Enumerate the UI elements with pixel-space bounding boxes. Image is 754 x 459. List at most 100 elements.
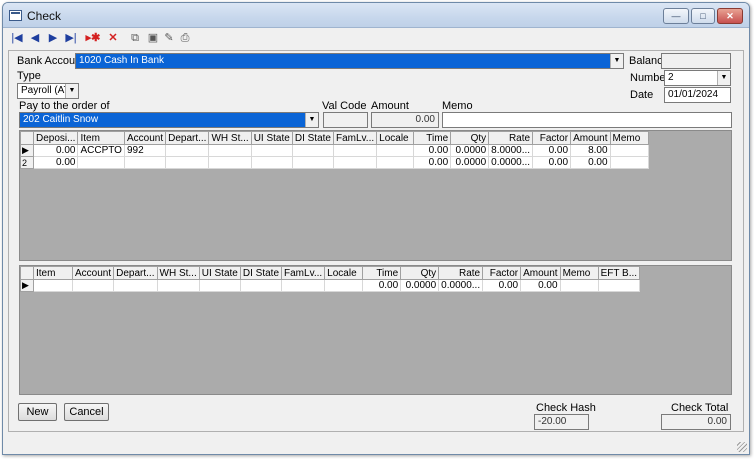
column-header[interactable]: DI State [239, 266, 283, 280]
minimize-button[interactable]: — [663, 8, 689, 24]
table-cell[interactable] [165, 156, 210, 169]
previous-record-icon[interactable]: ◀ [27, 30, 43, 46]
table-row[interactable]: 2 0.00 0.00 0.0000 0.0000... 0.00 0.00 [20, 156, 649, 169]
table-cell[interactable] [208, 144, 252, 157]
table-cell[interactable]: 0.0000 [400, 279, 440, 292]
print-icon[interactable]: ⎙ [177, 30, 193, 46]
table-cell[interactable] [156, 279, 200, 292]
table-cell[interactable] [597, 279, 641, 292]
table-cell[interactable] [324, 279, 364, 292]
table-cell[interactable] [250, 144, 293, 157]
table-cell[interactable] [376, 156, 415, 169]
table-cell[interactable] [376, 144, 415, 157]
last-record-icon[interactable]: ▶| [63, 30, 79, 46]
row-indicator[interactable]: ▶ [20, 279, 34, 292]
chevron-down-icon[interactable]: ▼ [305, 113, 318, 127]
column-header[interactable]: Locale [324, 266, 364, 280]
maximize-button[interactable]: □ [691, 8, 715, 24]
table-cell[interactable] [559, 279, 599, 292]
number-select[interactable]: 2 ▼ [664, 70, 731, 86]
table-cell[interactable]: 8.0000... [488, 144, 534, 157]
column-header[interactable]: EFT B... [597, 266, 641, 280]
table-cell[interactable]: 0.00 [520, 279, 561, 292]
table-cell[interactable]: 0.0000 [450, 144, 490, 157]
column-header[interactable]: Account [123, 131, 167, 145]
column-header[interactable]: Rate [438, 266, 484, 280]
column-header[interactable]: Deposi... [32, 131, 79, 145]
memo-field[interactable] [442, 112, 732, 128]
table-cell[interactable] [123, 156, 167, 169]
column-header[interactable]: FamLv... [332, 131, 378, 145]
table-cell[interactable]: ACCPTO [77, 144, 125, 157]
column-header[interactable]: Qty [400, 266, 440, 280]
column-header[interactable]: Qty [450, 131, 490, 145]
chevron-down-icon[interactable]: ▼ [717, 71, 730, 85]
table-cell[interactable]: 0.00 [32, 156, 79, 169]
table-cell[interactable] [291, 144, 334, 157]
table-cell[interactable] [291, 156, 334, 169]
column-header[interactable]: FamLv... [281, 266, 326, 280]
column-header[interactable]: Time [362, 266, 402, 280]
column-header[interactable]: Locale [376, 131, 415, 145]
table-cell[interactable] [113, 279, 158, 292]
table-cell[interactable] [71, 279, 115, 292]
table-cell[interactable] [609, 144, 649, 157]
first-record-icon[interactable]: |◀ [9, 30, 25, 46]
column-header[interactable]: Depart... [113, 266, 158, 280]
table-cell[interactable] [332, 144, 378, 157]
table-cell[interactable]: 0.00 [482, 279, 522, 292]
table-cell[interactable]: 8.00 [570, 144, 611, 157]
table-cell[interactable]: 0.00 [532, 144, 572, 157]
save-icon[interactable]: ▣ [145, 30, 161, 46]
column-header[interactable]: Amount [520, 266, 561, 280]
table-cell[interactable] [332, 156, 378, 169]
table-cell[interactable] [165, 144, 210, 157]
column-header[interactable]: Memo [609, 131, 649, 145]
table-cell[interactable]: 0.00 [570, 156, 611, 169]
insert-record-icon[interactable]: ▸✱ [85, 30, 101, 46]
table-cell[interactable]: 0.0000... [488, 156, 534, 169]
table-cell[interactable]: 0.00 [362, 279, 402, 292]
bank-account-select[interactable]: 1020 Cash In Bank ▼ [75, 53, 624, 69]
table-cell[interactable]: 0.0000... [438, 279, 484, 292]
column-header[interactable]: Factor [532, 131, 572, 145]
table-row[interactable]: ▶ 0.00 0.0000 0.0000... 0.00 0.00 [20, 279, 641, 292]
date-field[interactable]: 01/01/2024 [664, 87, 731, 103]
column-header[interactable]: UI State [250, 131, 293, 145]
new-button[interactable]: New [18, 403, 57, 421]
column-header[interactable]: Amount [570, 131, 611, 145]
table-cell[interactable] [33, 279, 73, 292]
pay-to-select[interactable]: 202 Caitlin Snow ▼ [19, 112, 319, 128]
column-header[interactable]: Depart... [165, 131, 210, 145]
column-header[interactable]: Item [33, 266, 73, 280]
column-header[interactable]: Item [77, 131, 125, 145]
table-cell[interactable] [198, 279, 241, 292]
delete-record-icon[interactable]: ✕ [105, 30, 121, 46]
column-header[interactable]: DI State [291, 131, 334, 145]
table-cell[interactable] [208, 156, 252, 169]
edit-icon[interactable]: ✎ [161, 30, 177, 46]
table-cell[interactable] [609, 156, 649, 169]
find-icon[interactable]: ⧉ [127, 30, 143, 46]
table-cell[interactable] [281, 279, 326, 292]
table-cell[interactable]: 0.00 [532, 156, 572, 169]
row-indicator[interactable]: 2 [20, 156, 34, 169]
chevron-down-icon[interactable]: ▼ [65, 84, 78, 98]
column-header[interactable]: WH St... [208, 131, 252, 145]
chevron-down-icon[interactable]: ▼ [610, 54, 623, 68]
next-record-icon[interactable]: ▶ [45, 30, 61, 46]
table-cell[interactable] [77, 156, 125, 169]
column-header[interactable]: Factor [482, 266, 522, 280]
table-cell[interactable]: 0.00 [413, 144, 452, 157]
type-select[interactable]: Payroll (ATF ▼ [17, 83, 79, 99]
row-indicator[interactable]: ▶ [20, 144, 34, 157]
table-row[interactable]: ▶ 0.00 ACCPTO 992 0.00 0.0000 8.0000... [20, 144, 649, 157]
column-header[interactable]: Memo [559, 266, 599, 280]
column-header[interactable]: Rate [488, 131, 534, 145]
table-cell[interactable] [250, 156, 293, 169]
column-header[interactable]: Account [71, 266, 115, 280]
column-header[interactable]: WH St... [156, 266, 200, 280]
table-cell[interactable] [239, 279, 283, 292]
table-cell[interactable]: 0.0000 [450, 156, 490, 169]
table-cell[interactable]: 0.00 [32, 144, 79, 157]
